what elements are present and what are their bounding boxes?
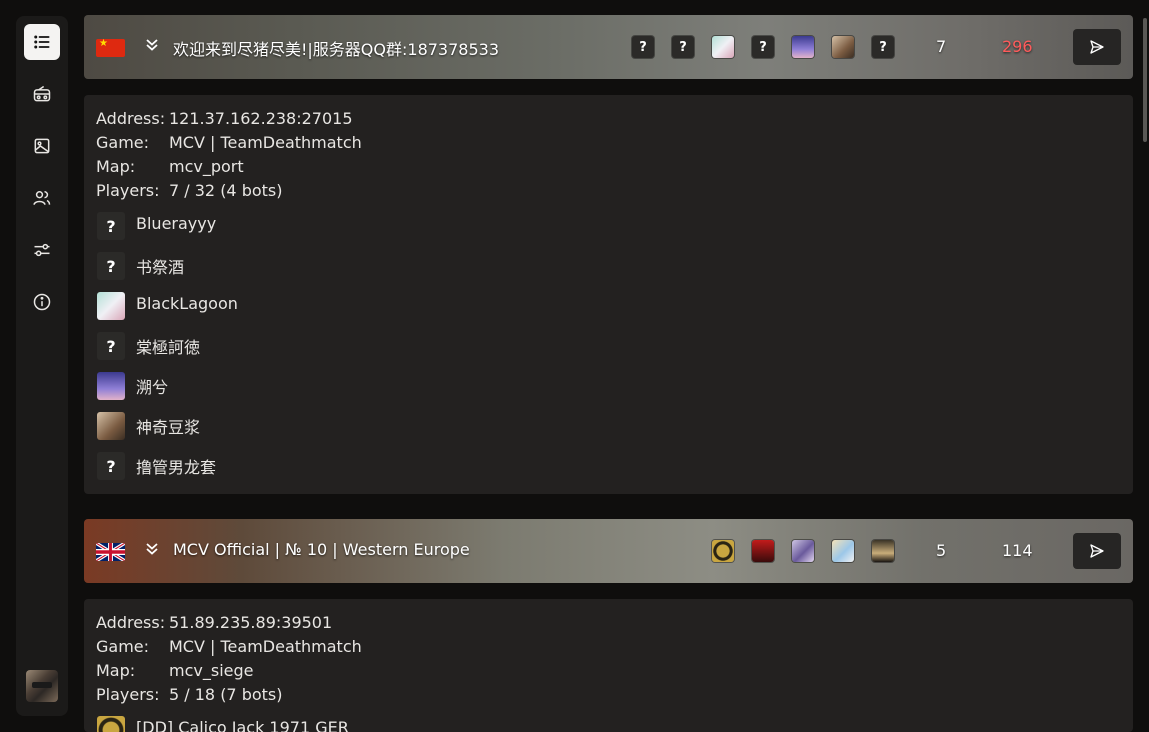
player-avatar: [97, 292, 125, 320]
game-label: Game:: [96, 133, 150, 152]
sidebar: [16, 16, 68, 716]
server-list-button[interactable]: [24, 24, 60, 60]
scrollbar[interactable]: [1143, 18, 1147, 142]
player-mini-avatar: [872, 540, 894, 562]
player-mini-avatar: [832, 540, 854, 562]
player-mini-avatar: [712, 540, 734, 562]
users-icon: [33, 191, 51, 205]
player-avatar: [97, 412, 125, 440]
player-mini-avatar: ?: [872, 36, 894, 58]
player-mini-avatar: [792, 36, 814, 58]
list-item[interactable]: ? 书祭酒: [97, 252, 497, 280]
game-row: Game: MCV | TeamDeathmatch: [96, 131, 362, 155]
server-row[interactable]: 欢迎来到尽猪尽美!|服务器QQ群:187378533 ? ? ? ? 7 296: [84, 15, 1133, 79]
player-name: 书祭酒: [136, 258, 185, 277]
map-value: mcv_siege: [169, 661, 254, 680]
players-value: 5 / 18 (7 bots): [169, 685, 283, 704]
players-row: Players: 7 / 32 (4 bots): [96, 179, 283, 203]
player-avatar: [97, 716, 125, 732]
user-avatar[interactable]: [26, 670, 58, 702]
address-value[interactable]: 121.37.162.238:27015: [169, 109, 353, 128]
info-button[interactable]: [24, 284, 60, 320]
player-name: Bluerayyy: [136, 214, 217, 233]
server-list-icon: [34, 35, 50, 49]
list-item[interactable]: BlackLagoon: [97, 292, 497, 320]
images-button[interactable]: [24, 128, 60, 164]
server-title: 欢迎来到尽猪尽美!|服务器QQ群:187378533: [173, 40, 500, 59]
address-label: Address:: [96, 613, 166, 632]
chevron-down-icon[interactable]: [144, 541, 160, 557]
ping: 296: [1002, 37, 1033, 56]
player-avatar: [97, 372, 125, 400]
player-avatar: ?: [97, 252, 125, 280]
player-mini-avatar: ?: [752, 36, 774, 58]
player-mini-avatar: ?: [632, 36, 654, 58]
server-title: MCV Official | № 10 | Western Europe: [173, 540, 470, 559]
game-row: Game: MCV | TeamDeathmatch: [96, 635, 362, 659]
chevron-down-icon[interactable]: [144, 37, 160, 53]
map-value: mcv_port: [169, 157, 244, 176]
list-item[interactable]: 神奇豆浆: [97, 412, 497, 440]
players-label: Players:: [96, 685, 160, 704]
player-mini-avatar: [712, 36, 734, 58]
player-name: 神奇豆浆: [136, 418, 201, 437]
player-mini-avatar: ?: [672, 36, 694, 58]
address-row: Address: 121.37.162.238:27015: [96, 107, 353, 131]
settings-button[interactable]: [24, 232, 60, 268]
player-name: 棠極訶徳: [136, 338, 201, 357]
game-label: Game:: [96, 637, 150, 656]
address-label: Address:: [96, 109, 166, 128]
flag-cn-icon: [96, 39, 125, 57]
connect-button[interactable]: [1073, 29, 1121, 65]
game-value: MCV | TeamDeathmatch: [169, 133, 362, 152]
player-mini-avatar: [792, 540, 814, 562]
server-details: Address: 121.37.162.238:27015 Game: MCV | …: [84, 95, 1133, 494]
players-row: Players: 5 / 18 (7 bots): [96, 683, 283, 707]
player-mini-avatar: [832, 36, 854, 58]
list-item[interactable]: ? Bluerayyy: [97, 212, 497, 240]
radio-icon: [33, 85, 51, 102]
address-value[interactable]: 51.89.235.89:39501: [169, 613, 332, 632]
player-name: 撸管男龙套: [136, 458, 217, 477]
list-item[interactable]: [DD] Calico Jack 1971 GER: [97, 716, 497, 732]
radio-button[interactable]: [24, 76, 60, 112]
list-item[interactable]: ? 撸管男龙套: [97, 452, 497, 480]
player-count: 7: [936, 37, 947, 56]
player-name: BlackLagoon: [136, 294, 238, 313]
flag-uk-icon: [96, 543, 125, 561]
game-value: MCV | TeamDeathmatch: [169, 637, 362, 656]
player-avatar: ?: [97, 332, 125, 360]
player-avatar: ?: [97, 212, 125, 240]
send-icon: [1090, 40, 1104, 54]
map-label: Map:: [96, 157, 136, 176]
connect-button[interactable]: [1073, 533, 1121, 569]
users-button[interactable]: [24, 180, 60, 216]
settings-sliders-icon: [34, 243, 50, 257]
player-mini-avatar: [752, 540, 774, 562]
address-row: Address: 51.89.235.89:39501: [96, 611, 332, 635]
players-label: Players:: [96, 181, 160, 200]
ping: 114: [1002, 541, 1033, 560]
player-count: 5: [936, 541, 947, 560]
player-avatar: ?: [97, 452, 125, 480]
info-icon: [33, 293, 51, 311]
map-label: Map:: [96, 661, 136, 680]
player-name: [DD] Calico Jack 1971 GER: [136, 718, 349, 732]
player-name: 溯兮: [136, 378, 169, 397]
server-row[interactable]: MCV Official | № 10 | Western Europe 5 1…: [84, 519, 1133, 583]
list-item[interactable]: 溯兮: [97, 372, 497, 400]
server-details: Address: 51.89.235.89:39501 Game: MCV | Te…: [84, 599, 1133, 732]
list-item[interactable]: ? 棠極訶徳: [97, 332, 497, 360]
map-row: Map: mcv_siege: [96, 659, 253, 683]
map-row: Map: mcv_port: [96, 155, 244, 179]
send-icon: [1090, 544, 1104, 558]
image-icon: [34, 138, 50, 154]
players-value: 7 / 32 (4 bots): [169, 181, 283, 200]
